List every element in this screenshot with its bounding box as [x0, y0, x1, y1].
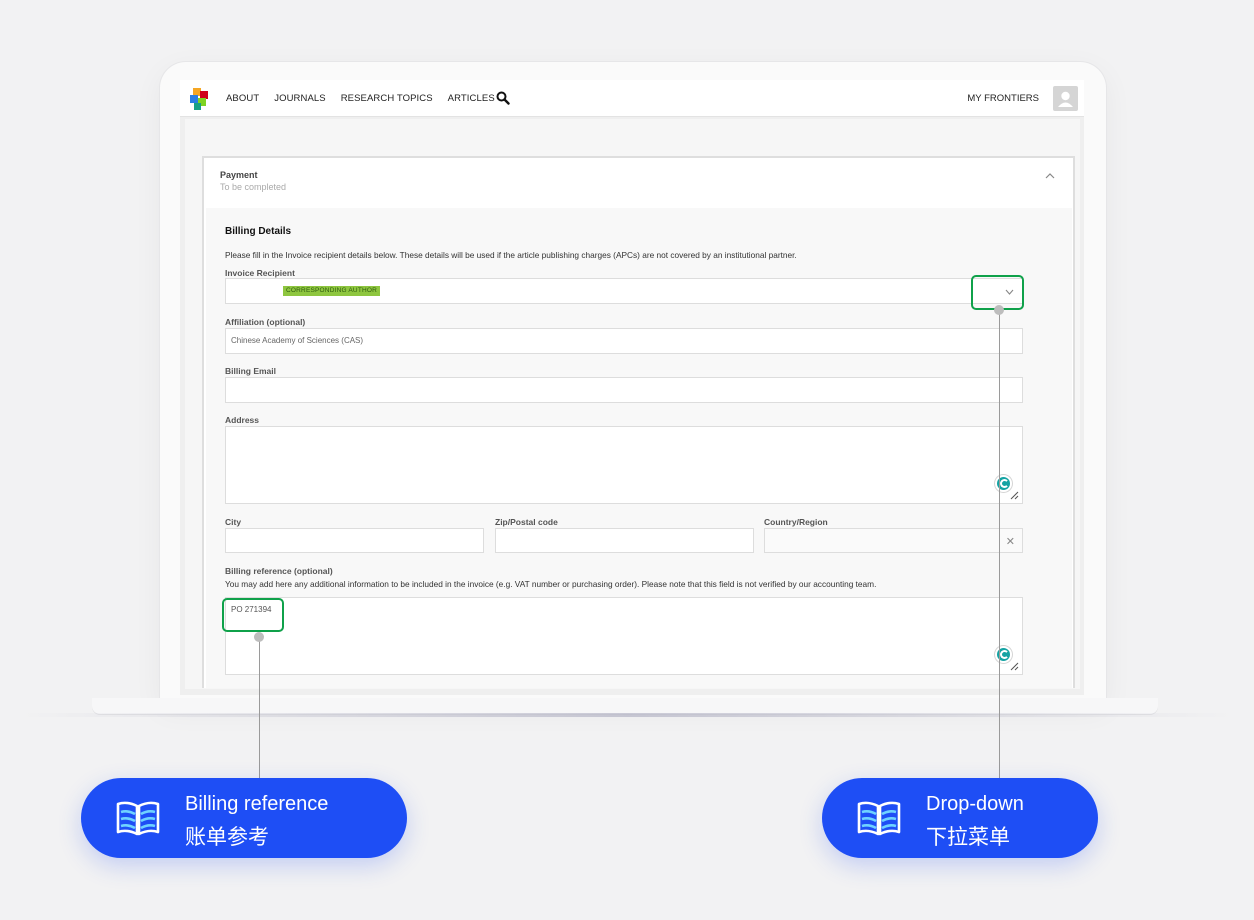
reference-connector-line: [259, 637, 260, 778]
callout-left-en: Billing reference: [185, 793, 329, 815]
billing-heading: Billing Details: [225, 226, 292, 237]
billing-reference-help: You may add here any additional informat…: [225, 579, 877, 589]
callout-left-zh: 账单参考: [185, 825, 269, 849]
clear-icon[interactable]: ✕: [1006, 535, 1015, 548]
corresponding-author-badge: CORRESPONDING AUTHOR: [283, 286, 381, 296]
billing-email-label: Billing Email: [225, 366, 277, 376]
content-area: Payment To be completed Billing Details …: [185, 119, 1080, 689]
billing-form: Billing Details Please fill in the Invoi…: [206, 208, 1072, 688]
chevron-up-icon[interactable]: [1045, 172, 1055, 179]
zip-input[interactable]: [495, 528, 754, 553]
dropdown-connector-dot: [994, 305, 1004, 315]
country-select[interactable]: ✕: [764, 528, 1023, 553]
top-navigation: ABOUT JOURNALS RESEARCH TOPICS ARTICLES …: [180, 80, 1084, 117]
invoice-recipient-label: Invoice Recipient: [225, 268, 295, 278]
billing-email-input[interactable]: [225, 377, 1023, 403]
affiliation-value: Chinese Academy of Sciences (CAS): [231, 336, 364, 345]
my-frontiers-link[interactable]: MY FRONTIERS: [967, 93, 1039, 104]
billing-reference-callout: Billing reference 账单参考: [81, 778, 407, 858]
affiliation-label: Affiliation (optional): [225, 317, 306, 327]
avatar[interactable]: [1053, 86, 1078, 111]
invoice-recipient-select[interactable]: CORRESPONDING AUTHOR: [225, 278, 1023, 304]
country-label: Country/Region: [764, 517, 828, 527]
panel-subtitle: To be completed: [220, 182, 287, 192]
panel-title: Payment: [220, 170, 258, 180]
resize-handle-icon[interactable]: [1009, 490, 1019, 500]
resize-handle-icon[interactable]: [1009, 661, 1019, 671]
billing-reference-highlight: [222, 598, 284, 632]
book-icon: [857, 801, 901, 836]
nav-journals[interactable]: JOURNALS: [274, 93, 325, 104]
browser-screen: ABOUT JOURNALS RESEARCH TOPICS ARTICLES …: [180, 80, 1084, 695]
billing-intro: Please fill in the Invoice recipient det…: [225, 250, 797, 260]
nav-research-topics[interactable]: RESEARCH TOPICS: [341, 93, 433, 104]
callout-right-en: Drop-down: [926, 793, 1024, 815]
laptop-base-shadow: [20, 713, 1234, 717]
book-icon: [116, 801, 160, 836]
city-label: City: [225, 517, 242, 527]
billing-reference-textarea[interactable]: PO 271394: [225, 597, 1023, 675]
search-icon[interactable]: [496, 91, 510, 105]
billing-reference-label: Billing reference (optional): [225, 566, 333, 576]
nav-about[interactable]: ABOUT: [226, 93, 259, 104]
affiliation-input[interactable]: Chinese Academy of Sciences (CAS): [225, 328, 1023, 354]
nav-articles[interactable]: ARTICLES: [448, 93, 495, 104]
callout-right-zh: 下拉菜单: [926, 825, 1010, 849]
user-icon: [1058, 91, 1073, 107]
address-label: Address: [225, 415, 260, 425]
dropdown-callout: Drop-down 下拉菜单: [822, 778, 1098, 858]
frontiers-logo-icon[interactable]: [189, 87, 211, 111]
zip-label: Zip/Postal code: [495, 517, 558, 527]
payment-panel: Payment To be completed Billing Details …: [202, 156, 1075, 688]
city-input[interactable]: [225, 528, 484, 553]
dropdown-connector-line: [999, 310, 1000, 778]
main-nav: ABOUT JOURNALS RESEARCH TOPICS ARTICLES: [226, 80, 495, 117]
address-textarea[interactable]: [225, 426, 1023, 504]
reference-connector-dot: [254, 632, 264, 642]
